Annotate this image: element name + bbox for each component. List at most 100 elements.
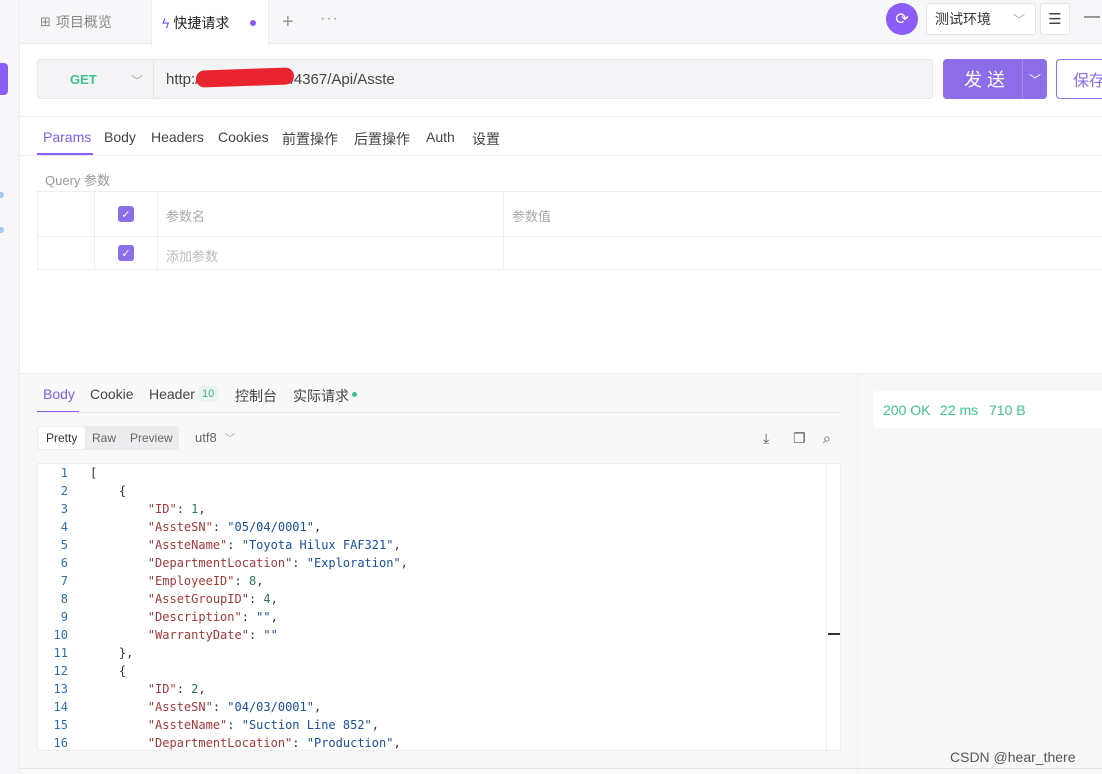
send-options-chevron-icon[interactable]: ﹀: [1022, 59, 1047, 99]
tab-params[interactable]: Params: [43, 129, 91, 145]
scrollbar[interactable]: [826, 464, 840, 750]
add-param-input[interactable]: 添加参数: [166, 246, 218, 265]
table-cell: [37, 236, 95, 270]
response-time: 22 ms: [940, 402, 979, 418]
code-line: "ID": 1,: [147, 502, 206, 516]
code-line: "AssteSN": "04/03/0001",: [147, 700, 322, 714]
more-icon[interactable]: ···: [320, 10, 339, 28]
table-cell: [157, 191, 504, 237]
active-tab-underline: [37, 153, 93, 155]
copy-icon[interactable]: ❐: [793, 430, 806, 447]
scrollbar-marker[interactable]: [828, 633, 840, 635]
tab-label: 项目概览: [55, 14, 112, 30]
line-number: 9: [60, 610, 68, 624]
format-pretty-button[interactable]: Pretty: [38, 427, 86, 449]
code-line: "AssetGroupID": 4,: [147, 592, 278, 606]
sync-icon[interactable]: ⟳: [886, 3, 918, 35]
tab-pre-actions[interactable]: 前置操作: [282, 129, 338, 149]
watermark: CSDN @hear_there: [950, 749, 1076, 765]
tab-bar: ⊞ 项目概览 ϟ 快捷请求 + ··· ⟳ 测试环境 ﹀ ☰ —: [20, 0, 1102, 45]
tab-headers[interactable]: Headers: [151, 129, 204, 145]
line-number: 6: [60, 556, 68, 570]
line-number: 5: [60, 538, 68, 552]
code-line: {: [90, 484, 127, 498]
line-number: 7: [60, 574, 68, 588]
line-number: 2: [60, 484, 68, 498]
url-suffix: 44367/Api/Asste: [285, 70, 395, 88]
code-line: [: [90, 466, 98, 480]
sidebar-dot: [0, 227, 4, 233]
format-preview-button[interactable]: Preview: [130, 426, 173, 450]
encoding-value: utf8: [195, 430, 217, 445]
divider: [37, 412, 841, 413]
send-button[interactable]: 发 送 ﹀: [943, 59, 1047, 99]
select-all-checkbox[interactable]: ✓: [118, 206, 134, 222]
code-line: "AssteSN": "05/04/0001",: [147, 520, 322, 534]
encoding-select[interactable]: utf8 ﹀: [195, 430, 235, 446]
tab-response-body[interactable]: Body: [43, 386, 75, 402]
status-dot: [352, 392, 357, 397]
table-cell: [37, 191, 95, 237]
chevron-down-icon: ﹀: [224, 433, 236, 445]
table-cell: [503, 191, 1102, 237]
code-line: "DepartmentLocation": "Exploration",: [147, 556, 408, 570]
response-code-viewer[interactable]: 1 2 3 4 5 6 7 8 9 10 11 12 13 14 15 16 [ { "ID": 1, "As…: [37, 463, 841, 751]
code-line: "Description": "",: [147, 610, 278, 624]
line-number: 3: [60, 502, 68, 516]
environment-value: 测试环境: [935, 11, 991, 27]
tab-response-header[interactable]: Header: [149, 386, 195, 402]
line-number: 1: [60, 466, 68, 480]
code-line: "AssteName": "Toyota Hilux FAF321",: [147, 538, 401, 552]
status-code: 200 OK: [883, 402, 931, 418]
param-value-header: 参数值: [512, 209, 552, 224]
tab-quick-request[interactable]: ϟ 快捷请求: [151, 0, 269, 45]
tab-cookies[interactable]: Cookies: [218, 129, 269, 145]
sidebar-active-indicator[interactable]: [0, 63, 8, 95]
line-number-gutter: 1 2 3 4 5 6 7 8 9 10 11 12 13 14 15 16: [38, 464, 78, 750]
send-label: 发 送: [964, 70, 1006, 90]
add-tab-icon[interactable]: +: [282, 12, 294, 32]
line-number: 13: [53, 682, 68, 696]
response-size: 710 B: [989, 402, 1026, 418]
code-line: "ID": 2,: [147, 682, 206, 696]
line-number: 16: [53, 736, 68, 750]
tab-actual-request[interactable]: 实际请求: [293, 386, 349, 406]
tab-body[interactable]: Body: [104, 129, 136, 145]
code-line: {: [90, 664, 127, 678]
method-select[interactable]: GET ﹀: [37, 59, 153, 99]
line-number: 11: [53, 646, 68, 660]
search-icon[interactable]: ⌕: [823, 430, 831, 447]
tab-settings[interactable]: 设置: [472, 129, 500, 149]
redaction-mark: [195, 67, 295, 88]
tab-post-actions[interactable]: 后置操作: [354, 129, 410, 149]
tab-label: 快捷请求: [173, 14, 230, 31]
tab-project-overview[interactable]: ⊞ 项目概览: [40, 0, 112, 44]
line-number: 4: [60, 520, 68, 534]
sidebar-dot: [0, 192, 4, 198]
tab-auth[interactable]: Auth: [426, 129, 455, 145]
chevron-down-icon: ﹀: [130, 74, 143, 88]
line-number: 10: [53, 628, 68, 642]
code-line: "AssteName": "Suction Line 852",: [147, 718, 380, 732]
tab-console[interactable]: 控制台: [235, 386, 277, 406]
grid-icon: ⊞: [40, 14, 51, 29]
request-tabs: Params Body Headers Cookies 前置操作 后置操作 Au…: [20, 116, 1102, 156]
header-count-badge: 10: [198, 386, 219, 402]
save-button[interactable]: 保存: [1056, 59, 1102, 99]
line-number: 15: [53, 718, 68, 732]
method-value: GET: [70, 71, 97, 87]
code-line: "EmployeeID": 8,: [147, 574, 264, 588]
query-params-label: Query 参数: [45, 173, 111, 188]
lightning-icon: ϟ: [162, 14, 170, 31]
download-icon[interactable]: ⤓: [763, 430, 769, 447]
response-meta-panel: [857, 374, 1102, 774]
table-cell: [503, 236, 1102, 270]
code-line: "WarrantyDate": "": [147, 628, 278, 642]
menu-icon[interactable]: ☰: [1040, 3, 1070, 35]
minimize-icon[interactable]: —: [1084, 8, 1100, 26]
environment-select[interactable]: 测试环境 ﹀: [926, 3, 1036, 35]
code-line: "DepartmentLocation": "Production",: [147, 736, 401, 750]
row-checkbox[interactable]: ✓: [118, 245, 134, 261]
tab-response-cookie[interactable]: Cookie: [90, 386, 134, 402]
format-raw-button[interactable]: Raw: [92, 426, 116, 450]
